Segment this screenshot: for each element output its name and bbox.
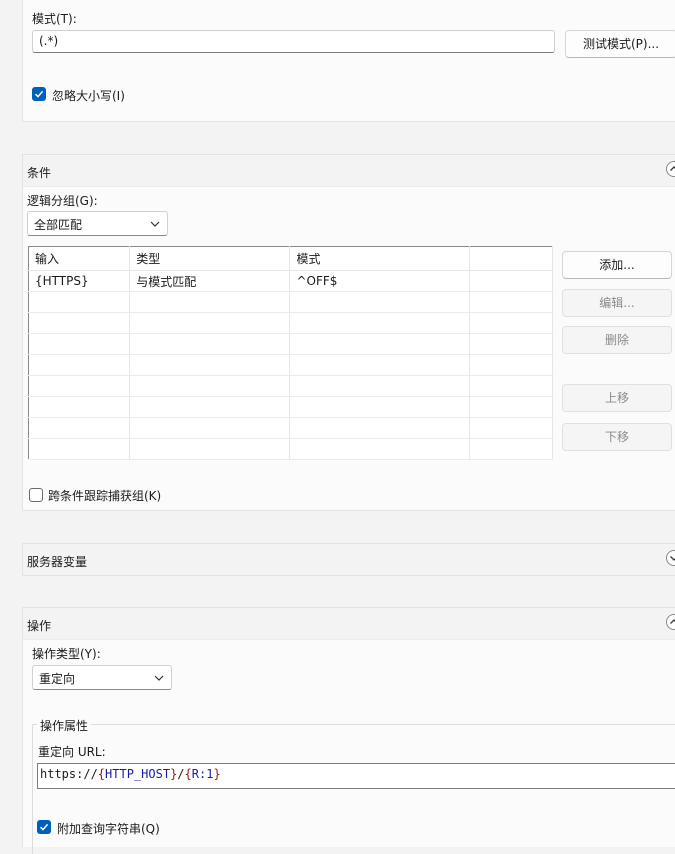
- empty-row: [28, 312, 554, 334]
- redirect-url-input[interactable]: https://{HTTP_HOST}/{R:1}: [37, 763, 675, 789]
- pattern-input-value: (.*): [39, 34, 59, 48]
- ignore-case-checkbox[interactable]: [32, 87, 46, 101]
- test-pattern-button-label: 测试模式(P)...: [582, 37, 660, 51]
- append-query-label[interactable]: 附加查询字符串(Q): [57, 820, 160, 837]
- conditions-table[interactable]: 输入 类型 模式 {HTTPS} 与模式匹配 ^OFF$: [28, 246, 554, 460]
- empty-row: [28, 438, 554, 460]
- action-type-label: 操作类型(Y):: [32, 647, 101, 661]
- pattern-section: 模式(T): (.*) 测试模式(P)... 忽略大小写(I): [22, 0, 675, 122]
- server-variables-section: 服务器变量: [22, 543, 675, 576]
- edit-condition-button[interactable]: 编辑...: [562, 289, 672, 317]
- empty-row: [28, 396, 554, 418]
- move-down-button[interactable]: 下移: [562, 423, 672, 451]
- conditions-title: 条件: [27, 166, 52, 180]
- logical-grouping-label: 逻辑分组(G):: [27, 194, 98, 208]
- empty-row: [28, 417, 554, 439]
- action-properties-title: 操作属性: [37, 717, 92, 734]
- remove-condition-button[interactable]: 删除: [562, 326, 672, 354]
- chevron-up-icon: [670, 166, 675, 171]
- empty-row: [28, 291, 554, 313]
- url-slash: /: [177, 767, 185, 781]
- url-brace-close: }: [213, 767, 221, 781]
- column-header-input[interactable]: 输入: [28, 246, 131, 271]
- action-header[interactable]: 操作: [23, 608, 675, 640]
- server-variables-header[interactable]: 服务器变量: [23, 544, 675, 575]
- pattern-label: 模式(T):: [32, 12, 77, 26]
- move-down-label: 下移: [604, 430, 629, 444]
- chevron-up-icon: [670, 619, 675, 624]
- cell-empty: [469, 270, 554, 292]
- url-var-http-host: HTTP_HOST: [105, 767, 171, 781]
- expand-server-variables-button[interactable]: [666, 550, 675, 566]
- pattern-input[interactable]: (.*): [32, 30, 555, 53]
- test-pattern-button[interactable]: 测试模式(P)...: [565, 30, 675, 58]
- cell-type: 与模式匹配: [129, 270, 291, 292]
- url-brace-open: {: [97, 767, 106, 781]
- url-var-r1: R:1: [191, 767, 214, 781]
- chevron-down-icon: [670, 556, 675, 561]
- redirect-url-label: 重定向 URL:: [38, 745, 106, 759]
- action-type-value: 重定向: [39, 672, 76, 686]
- move-up-label: 上移: [604, 391, 629, 405]
- append-query-checkbox[interactable]: [37, 820, 51, 834]
- track-groups-label[interactable]: 跨条件跟踪捕获组(K): [48, 487, 161, 504]
- add-condition-button[interactable]: 添加...: [562, 251, 672, 279]
- check-icon: [34, 90, 44, 98]
- server-variables-title: 服务器变量: [27, 555, 88, 569]
- logical-grouping-value: 全部匹配: [34, 218, 83, 232]
- collapse-action-button[interactable]: [666, 614, 675, 630]
- edit-condition-label: 编辑...: [599, 296, 635, 310]
- table-row[interactable]: {HTTPS} 与模式匹配 ^OFF$: [28, 270, 554, 292]
- url-prefix: https://: [40, 767, 98, 781]
- track-groups-checkbox[interactable]: [29, 488, 43, 502]
- empty-row: [28, 354, 554, 376]
- conditions-section: 条件 逻辑分组(G): 全部匹配 输入 类型 模式 {HTTPS} 与模式匹配 …: [22, 154, 675, 511]
- empty-row: [28, 333, 554, 355]
- url-brace-open: {: [184, 767, 192, 781]
- cell-input: {HTTPS}: [28, 270, 131, 292]
- column-header-empty: [469, 246, 554, 271]
- column-header-pattern[interactable]: 模式: [289, 246, 470, 271]
- column-header-type[interactable]: 类型: [129, 246, 291, 271]
- empty-row: [28, 375, 554, 397]
- logical-grouping-select[interactable]: 全部匹配: [27, 211, 168, 236]
- chevron-down-icon: [150, 221, 160, 227]
- remove-condition-label: 删除: [604, 333, 629, 347]
- cell-pattern: ^OFF$: [289, 270, 470, 292]
- collapse-conditions-button[interactable]: [666, 161, 675, 177]
- ignore-case-label[interactable]: 忽略大小写(I): [52, 87, 125, 104]
- add-condition-label: 添加...: [599, 258, 635, 272]
- action-type-select[interactable]: 重定向: [32, 665, 172, 690]
- move-up-button[interactable]: 上移: [562, 384, 672, 412]
- chevron-down-icon: [154, 675, 164, 681]
- conditions-header[interactable]: 条件: [23, 155, 675, 187]
- action-section: 操作 操作类型(Y): 重定向 操作属性 重定向 URL: https://{H…: [22, 607, 675, 854]
- table-header-row: 输入 类型 模式: [28, 246, 554, 271]
- action-title: 操作: [27, 619, 52, 633]
- check-icon: [39, 823, 49, 831]
